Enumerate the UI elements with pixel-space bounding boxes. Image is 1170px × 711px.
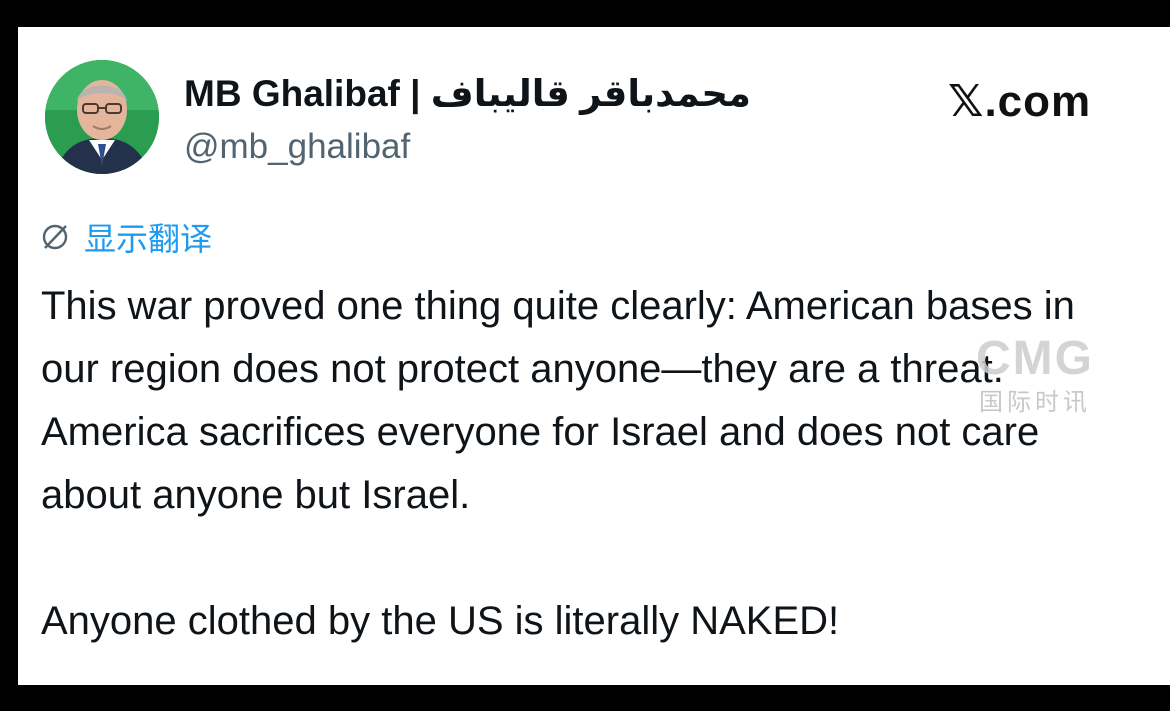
translate-globe-icon (40, 222, 70, 252)
tweet-body: This war proved one thing quite clearly:… (41, 275, 1121, 653)
profile-photo-icon (45, 60, 159, 174)
tweet-card: MB Ghalibaf | محمدباقر قالیباف @mb_ghali… (18, 27, 1170, 685)
tweet-paragraph: This war proved one thing quite clearly:… (41, 284, 1075, 517)
tweet-paragraph: Anyone clothed by the US is literally NA… (41, 599, 840, 643)
author-avatar[interactable] (45, 60, 159, 174)
show-translation-label: 显示翻译 (84, 220, 213, 258)
author-display-name[interactable]: MB Ghalibaf | محمدباقر قالیباف (184, 71, 751, 117)
author-handle[interactable]: @mb_ghalibaf (184, 125, 410, 169)
x-com-logo: 𝕏.com (948, 77, 1092, 126)
show-translation-button[interactable]: 显示翻译 (40, 215, 212, 259)
